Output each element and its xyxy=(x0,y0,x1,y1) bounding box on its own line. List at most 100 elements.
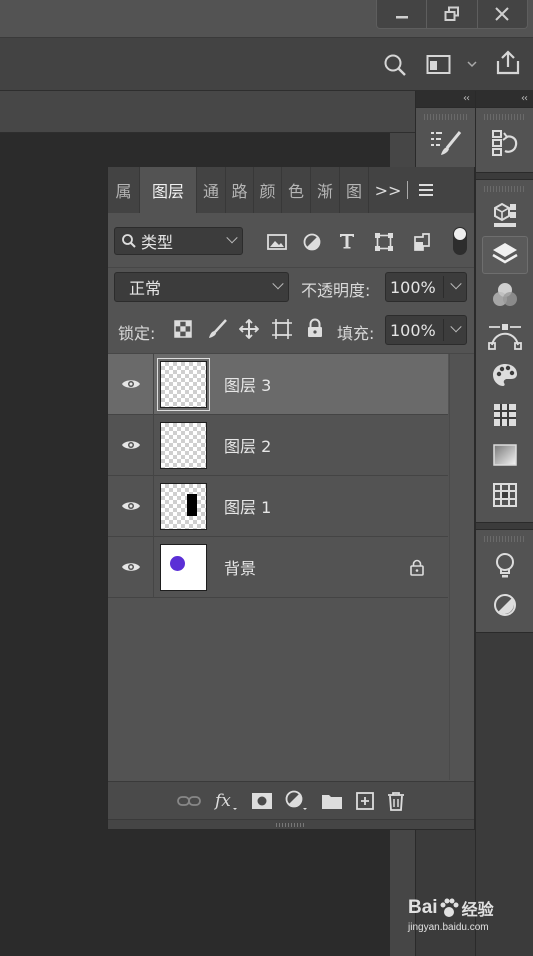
new-layer-button[interactable] xyxy=(355,791,375,811)
filter-row: 类型 xyxy=(108,213,474,268)
share-button[interactable] xyxy=(494,49,522,77)
lock-artboard-button[interactable] xyxy=(271,318,293,340)
swatches-button[interactable] xyxy=(482,356,528,394)
layer-name[interactable]: 图层 2 xyxy=(224,433,271,457)
filter-pixel-button[interactable] xyxy=(267,234,287,250)
layer-style-button[interactable]: fx xyxy=(213,790,239,812)
3d-cube-icon xyxy=(493,202,516,227)
layer-row-1[interactable]: 图层 1 xyxy=(108,475,448,537)
grid-icon xyxy=(493,404,516,426)
gradients-button[interactable] xyxy=(482,436,528,474)
filter-adjustment-button[interactable] xyxy=(303,233,321,251)
close-button[interactable] xyxy=(476,0,527,28)
document-tab-bar xyxy=(0,91,415,133)
tab-swatches[interactable]: 色 xyxy=(282,167,311,213)
tab-layers[interactable]: 图层 xyxy=(140,167,197,213)
minimize-button[interactable] xyxy=(377,0,426,28)
filter-shape-button[interactable] xyxy=(374,232,394,252)
visibility-toggle[interactable] xyxy=(108,353,154,415)
collapse-dock-button-2[interactable]: ‹‹ xyxy=(476,91,533,107)
layer-row-3[interactable]: 图层 3 xyxy=(108,353,448,415)
lock-pixels-button[interactable] xyxy=(207,319,227,339)
panel-resize-grip[interactable] xyxy=(108,819,474,829)
tab-patterns[interactable]: 图 xyxy=(340,167,369,213)
fill-label: 填充: xyxy=(337,324,375,343)
chevron-down-icon xyxy=(226,232,238,244)
layer-content-dot xyxy=(170,556,185,571)
lock-transparent-button[interactable] xyxy=(174,320,192,338)
restore-button[interactable] xyxy=(426,0,476,28)
search-icon xyxy=(384,54,406,76)
link-layers-button[interactable] xyxy=(177,794,201,808)
opacity-field[interactable]: 100% xyxy=(385,272,467,302)
visibility-toggle[interactable] xyxy=(108,475,154,537)
tab-paths[interactable]: 路 xyxy=(226,167,254,213)
layer-list-scrollbar[interactable] xyxy=(449,354,473,780)
brush-settings-icon xyxy=(430,131,461,155)
layers-button[interactable] xyxy=(481,236,528,274)
filter-smart-object-button[interactable] xyxy=(413,232,431,252)
add-mask-button[interactable] xyxy=(251,792,273,810)
artboard-icon xyxy=(272,319,292,339)
filter-toggle[interactable] xyxy=(453,227,467,255)
channels-button[interactable] xyxy=(482,276,528,314)
field-divider xyxy=(443,319,444,341)
blend-mode-select[interactable]: 正常 xyxy=(114,272,289,302)
layer-thumbnail[interactable] xyxy=(160,544,207,591)
palette-icon xyxy=(492,364,517,386)
panel-footer: fx xyxy=(108,781,474,819)
tab-color[interactable]: 颜 xyxy=(254,167,282,213)
watermark-url: jingyan.baidu.com xyxy=(408,922,489,933)
layer-thumbnail[interactable] xyxy=(157,358,210,411)
layer-name[interactable]: 图层 3 xyxy=(224,372,271,396)
lock-position-button[interactable] xyxy=(239,319,259,339)
workspace-button[interactable] xyxy=(426,53,452,77)
window-controls xyxy=(376,0,528,29)
fill-field[interactable]: 100% xyxy=(385,315,467,345)
share-icon xyxy=(496,50,520,75)
layer-thumbnail[interactable] xyxy=(160,422,207,469)
tab-properties[interactable]: 属 xyxy=(108,167,140,213)
layer-thumbnail[interactable] xyxy=(160,483,207,530)
collapse-dock-button[interactable]: ‹‹ xyxy=(416,91,475,107)
tab-label: 通 xyxy=(202,182,219,201)
panel-menu-button[interactable] xyxy=(408,167,443,213)
learn-button[interactable] xyxy=(482,546,528,584)
adjustments-button[interactable] xyxy=(482,586,528,624)
lock-row: 锁定: 填充: 100% xyxy=(108,308,474,354)
dock-grip[interactable] xyxy=(484,114,525,120)
layer-lock-indicator[interactable] xyxy=(410,559,424,576)
filter-type-button[interactable] xyxy=(338,232,356,250)
visibility-toggle[interactable] xyxy=(108,536,154,598)
paths-button[interactable] xyxy=(482,316,528,354)
visibility-toggle[interactable] xyxy=(108,414,154,476)
filter-kind-select[interactable]: 类型 xyxy=(114,227,243,255)
search-button[interactable] xyxy=(382,52,408,78)
tab-channels[interactable]: 通 xyxy=(197,167,226,213)
pen-path-icon xyxy=(487,324,522,350)
layer-row-2[interactable]: 图层 2 xyxy=(108,414,448,476)
new-adjustment-layer-button[interactable] xyxy=(285,790,309,812)
tab-gradients[interactable]: 渐 xyxy=(311,167,340,213)
dock-grip[interactable] xyxy=(484,186,525,192)
dock-grip[interactable] xyxy=(484,536,525,542)
workspace-dropdown[interactable] xyxy=(466,58,478,70)
brush-settings-button[interactable] xyxy=(423,124,469,162)
layer-content-rect xyxy=(187,494,197,516)
new-group-button[interactable] xyxy=(321,792,343,810)
type-filter-icon xyxy=(340,234,354,249)
libraries-button[interactable] xyxy=(482,196,528,234)
layer-name[interactable]: 图层 1 xyxy=(224,494,271,518)
more-tabs-button[interactable]: >> xyxy=(369,167,407,213)
toggle-knob xyxy=(454,228,466,240)
dock-grip[interactable] xyxy=(424,114,467,120)
grid-button[interactable] xyxy=(482,396,528,434)
lock-icon xyxy=(410,559,424,576)
layer-name[interactable]: 背景 xyxy=(224,555,256,579)
close-icon xyxy=(495,7,510,21)
lock-all-button[interactable] xyxy=(306,318,324,338)
layer-row-background[interactable]: 背景 xyxy=(108,536,448,598)
patterns-button[interactable] xyxy=(482,476,528,514)
delete-layer-button[interactable] xyxy=(387,791,405,811)
history-button[interactable] xyxy=(482,124,528,162)
